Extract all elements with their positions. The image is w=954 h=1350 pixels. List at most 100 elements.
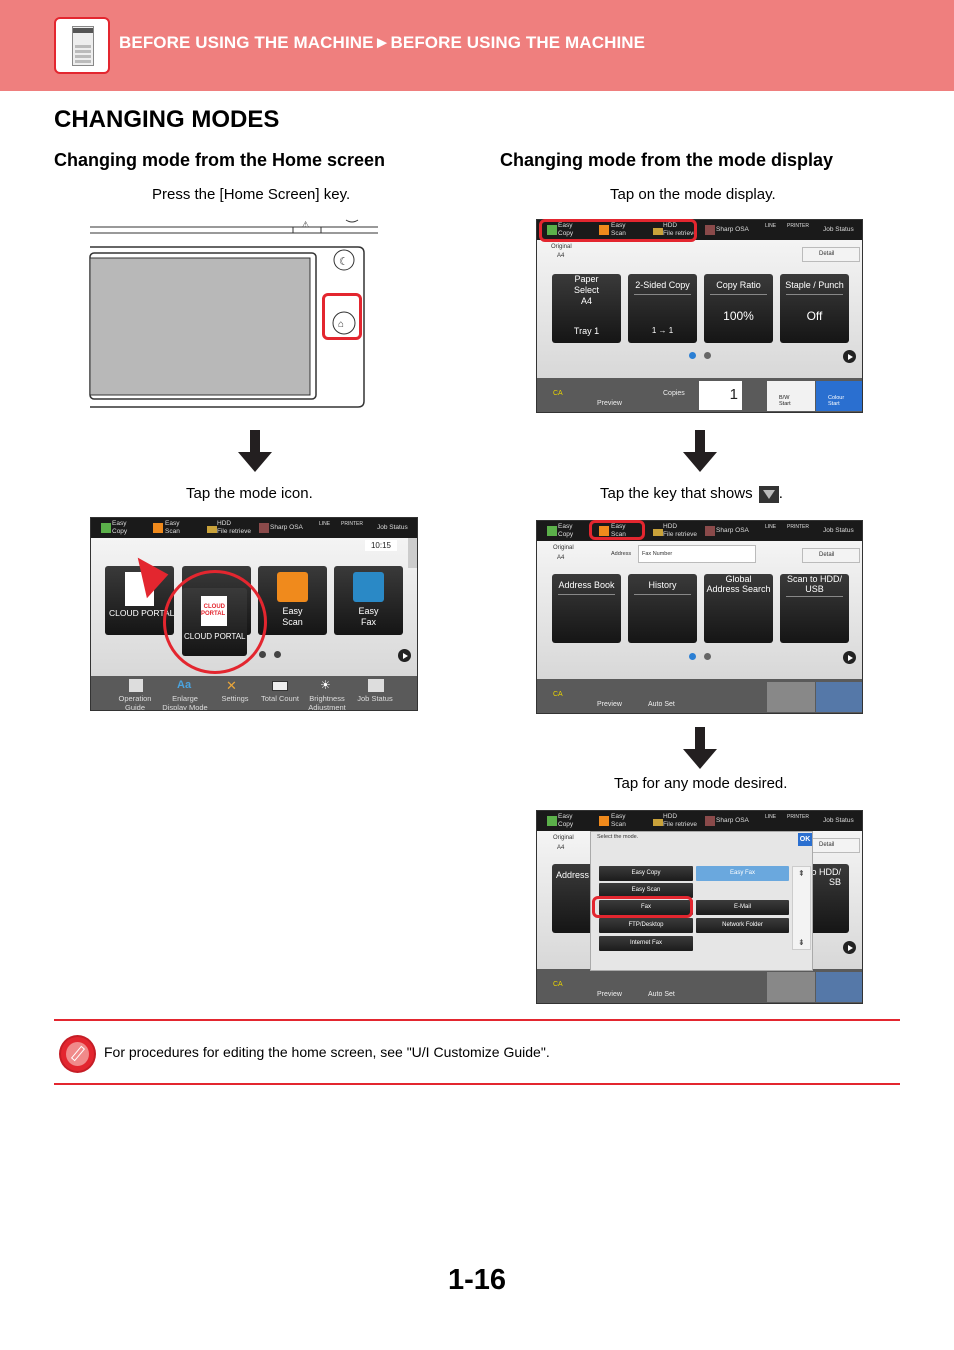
mode-sharp-osa[interactable]: Sharp OSA <box>716 527 749 535</box>
step-tap-mode-icon: Tap the mode icon. <box>186 485 313 502</box>
mode-option-email[interactable]: E-Mail <box>696 900 789 915</box>
step-tap-key: Tap the key that shows . <box>600 485 783 503</box>
tile-value: 1 → 1 <box>651 326 674 335</box>
dialog-prompt: Select the mode. <box>597 834 639 840</box>
job-status-button[interactable]: Job Status <box>823 817 854 825</box>
down-arrow-icon <box>683 430 717 474</box>
note-text: For procedures for editing the home scre… <box>104 1044 550 1060</box>
mode-easy-scan[interactable]: Easy Scan <box>611 813 626 829</box>
tile-2-sided-copy[interactable]: 2-Sided Copy 1 → 1 <box>628 274 697 343</box>
tile-scan-to-hdd-usb[interactable]: Scan to HDD/ USB <box>780 574 849 643</box>
colour-start-button[interactable]: Colour Start <box>816 381 862 411</box>
job-status-button[interactable]: Job Status <box>377 524 408 532</box>
next-page-icon[interactable] <box>398 649 411 662</box>
original-label: Original <box>551 244 572 250</box>
tile-label: Easy <box>282 606 303 616</box>
fax-option-highlight[interactable] <box>592 896 693 918</box>
mode-easy-copy[interactable]: Easy Copy <box>558 813 573 829</box>
bottom-label[interactable]: Job Status <box>349 694 401 703</box>
scrollbar[interactable]: ⇞ ⇟ <box>792 866 811 950</box>
mode-easy-copy[interactable]: Easy Copy <box>558 523 573 539</box>
page-dot[interactable] <box>274 651 281 658</box>
clear-all-button[interactable]: CA <box>553 691 563 698</box>
right-section-heading: Changing mode from the mode display <box>500 150 834 170</box>
tile-label: Fax <box>360 617 376 627</box>
mode-option-easy-copy[interactable]: Easy Copy <box>599 866 693 881</box>
mode-option-ftp-desktop[interactable]: FTP/Desktop <box>599 918 693 933</box>
tile-copy-ratio[interactable]: Copy Ratio 100% <box>704 274 773 343</box>
tile-staple-punch[interactable]: Staple / Punch Off <box>780 274 849 343</box>
ok-button[interactable]: OK <box>798 833 812 846</box>
tile-easy-fax[interactable]: Easy Fax <box>334 566 403 635</box>
page-dot-active[interactable] <box>689 653 696 660</box>
page-dot[interactable] <box>704 352 711 359</box>
bottom-label[interactable]: Operation <box>109 694 161 703</box>
tile-label: Easy <box>358 606 379 616</box>
mode-option-internet-fax[interactable]: Internet Fax <box>599 936 693 951</box>
page-dot[interactable] <box>704 653 711 660</box>
mode-option-network-folder[interactable]: Network Folder <box>696 918 789 933</box>
mode-option-easy-fax[interactable]: Easy Fax <box>696 866 789 881</box>
side-tab[interactable] <box>408 538 417 568</box>
bottom-label[interactable]: Display Mode <box>159 703 211 710</box>
tile-global-address-search[interactable]: Global Address Search <box>704 574 773 643</box>
bottom-label[interactable]: Guide <box>109 703 161 710</box>
detail-button[interactable]: Detail <box>802 548 860 563</box>
bottom-label[interactable]: Brightness <box>301 694 353 703</box>
detail-button[interactable]: Detail <box>802 247 860 262</box>
scroll-bottom-icon[interactable]: ⇟ <box>798 938 805 947</box>
clock: 10:15 <box>364 540 397 551</box>
fax-number-input[interactable]: Fax Number <box>638 545 756 563</box>
mode-sharp-osa[interactable]: Sharp OSA <box>270 524 303 532</box>
mode-hdd-file-retrieve[interactable]: HDD File retrieve <box>663 813 697 829</box>
mode-key-highlight[interactable] <box>589 520 645 540</box>
bottom-label[interactable]: Enlarge <box>159 694 211 703</box>
bw-start-button[interactable]: B/W Start <box>767 381 815 411</box>
page-dot-active[interactable] <box>689 352 696 359</box>
tile-title: Paper Select <box>573 274 599 295</box>
bottom-label[interactable]: Adjustment <box>301 703 353 710</box>
mode-easy-copy[interactable]: Easy Copy <box>112 520 127 536</box>
period: . <box>778 485 783 502</box>
preview-button[interactable]: Preview <box>597 400 622 407</box>
next-page-icon[interactable] <box>843 941 856 954</box>
next-page-icon[interactable] <box>843 651 856 664</box>
job-status-button[interactable]: Job Status <box>823 527 854 535</box>
preview-button[interactable]: Preview <box>597 991 622 998</box>
step-press-home-key: Press the [Home Screen] key. <box>152 186 351 203</box>
folder-icon <box>207 526 217 533</box>
printer-indicator: PRINTER <box>787 524 809 530</box>
mode-easy-scan[interactable]: Easy Scan <box>165 520 180 536</box>
tile-history[interactable]: History <box>628 574 697 643</box>
mode-bar[interactable]: Easy Copy Easy Scan HDD File retrieve Sh… <box>91 518 417 538</box>
copy-screen: Easy Copy Easy Scan HDD File retrieve Sh… <box>536 219 863 413</box>
copies-input[interactable]: 1 <box>699 381 742 410</box>
mode-hdd-file-retrieve[interactable]: HDD File retrieve <box>663 523 697 539</box>
clear-all-button[interactable]: CA <box>553 390 563 397</box>
tile-title: Copy Ratio <box>716 280 761 290</box>
enlarge-display-icon: Aa <box>177 679 192 691</box>
preview-button[interactable]: Preview <box>597 701 622 708</box>
mode-hdd-file-retrieve[interactable]: HDD File retrieve <box>217 520 251 536</box>
scroll-top-icon[interactable]: ⇞ <box>798 869 805 878</box>
mode-sharp-osa[interactable]: Sharp OSA <box>716 226 749 234</box>
tile-address-book[interactable]: Address Book <box>552 574 621 643</box>
bottom-label[interactable]: Total Count <box>254 694 306 703</box>
total-count-icon <box>272 681 288 691</box>
page-dot[interactable] <box>259 651 266 658</box>
cloud-portal-icon: CLOUD PORTAL <box>201 596 227 626</box>
auto-set-button[interactable]: Auto Set <box>648 991 675 998</box>
mode-sharp-osa[interactable]: Sharp OSA <box>716 817 749 825</box>
next-page-icon[interactable] <box>843 350 856 363</box>
job-status-button[interactable]: Job Status <box>823 226 854 234</box>
auto-set-button[interactable]: Auto Set <box>648 701 675 708</box>
tile-easy-scan[interactable]: Easy Scan <box>258 566 327 635</box>
home-screen-key-highlight[interactable] <box>322 293 362 340</box>
tile-value: Off <box>806 309 823 323</box>
mode-display-highlight[interactable] <box>539 219 697 242</box>
tile-paper-select[interactable]: Paper Select A4 Tray 1 <box>552 274 621 343</box>
sharp-osa-icon <box>259 523 269 533</box>
tile-cloud-portal-magnified[interactable]: CLOUD PORTAL CLOUD PORTAL <box>182 588 247 656</box>
tile-value: Tray 1 <box>573 326 600 336</box>
clear-all-button[interactable]: CA <box>553 981 563 988</box>
